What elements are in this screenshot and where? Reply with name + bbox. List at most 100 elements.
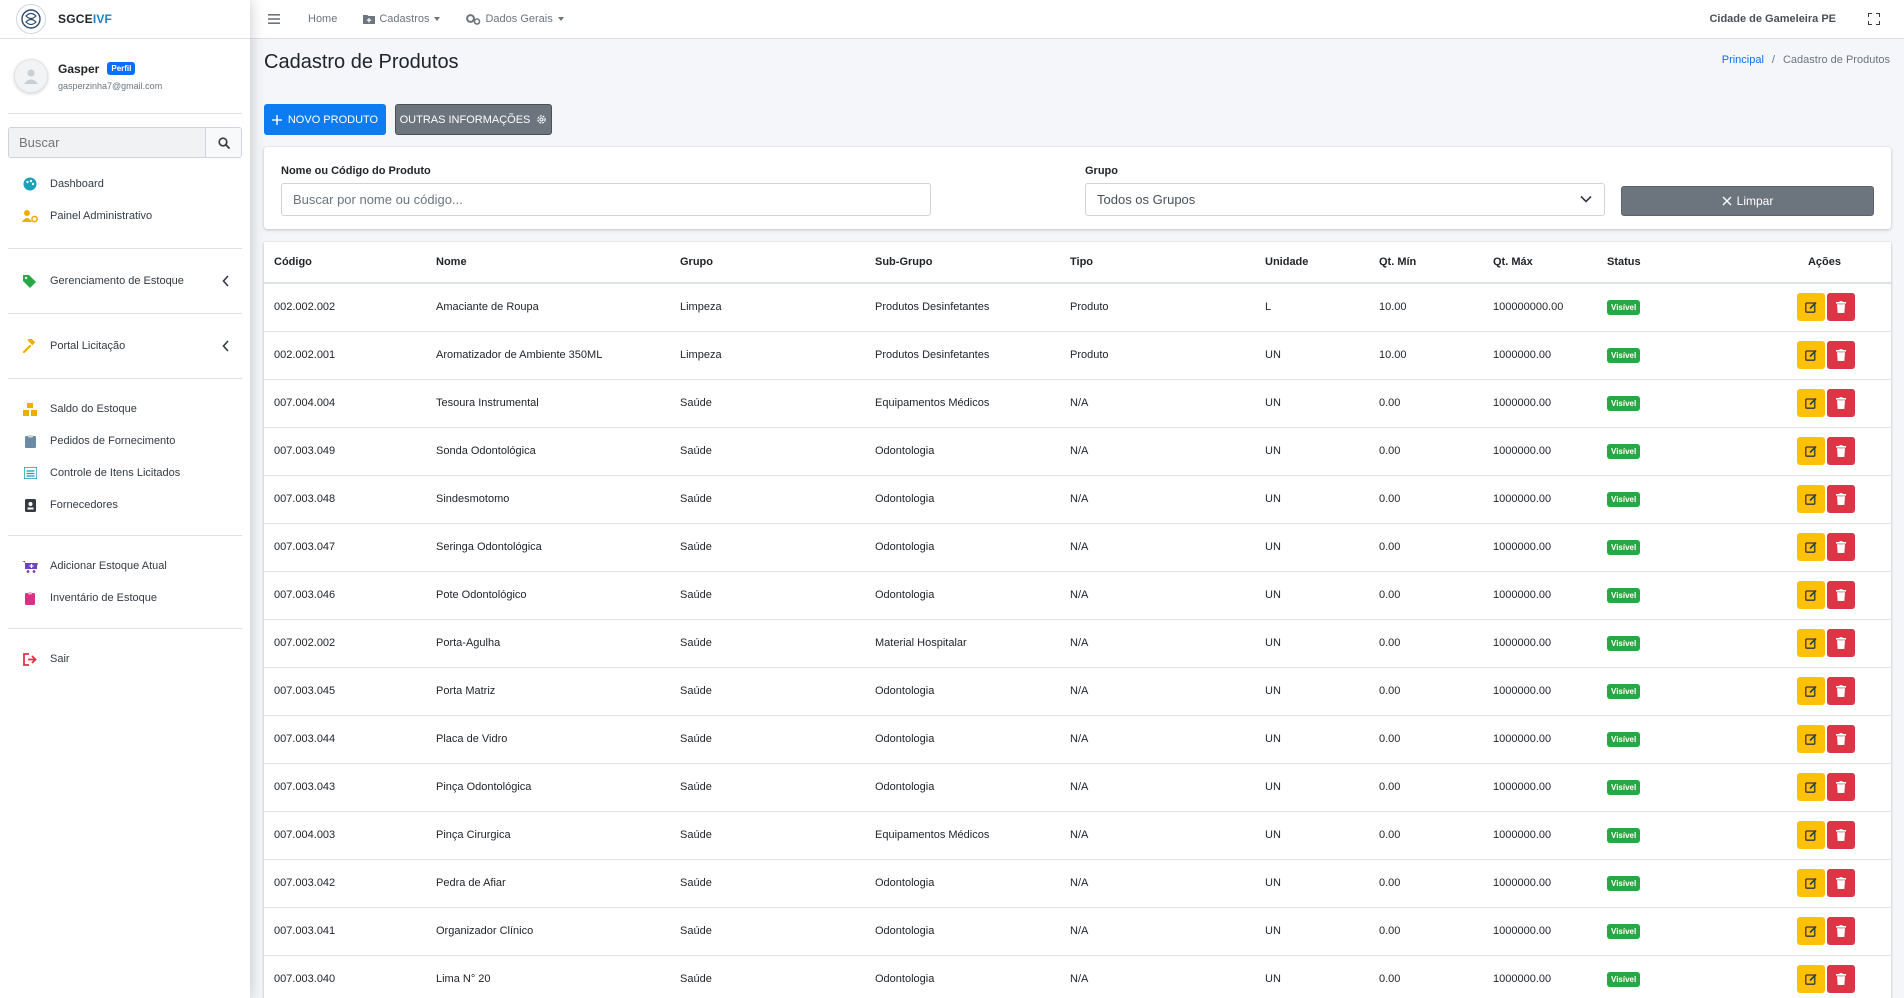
delete-button[interactable] — [1827, 389, 1855, 417]
sidebar-search-button[interactable] — [205, 128, 241, 157]
tags-icon — [22, 273, 38, 289]
delete-button[interactable] — [1827, 869, 1855, 897]
edit-button[interactable] — [1797, 821, 1825, 849]
cell-acoes — [1697, 331, 1891, 380]
cell-qt-max: 100000000.00 — [1483, 283, 1597, 332]
clipboard-list-icon — [22, 590, 38, 606]
other-info-button[interactable]: Outras Informações — [395, 104, 552, 135]
brand-link[interactable]: SGCEIVF — [0, 0, 250, 39]
sidebar-item-painel-administrativo[interactable]: Painel Administrativo — [8, 200, 242, 232]
clear-filters-button[interactable]: Limpar — [1621, 186, 1874, 216]
col-header-status[interactable]: Status — [1597, 242, 1697, 284]
cell-codigo: 007.003.049 — [264, 427, 426, 476]
col-header-qt-max[interactable]: Qt. Máx — [1483, 242, 1597, 284]
delete-button[interactable] — [1827, 581, 1855, 609]
cell-tipo: N/A — [1060, 427, 1255, 476]
delete-button[interactable] — [1827, 629, 1855, 657]
edit-icon — [1805, 589, 1817, 601]
menu-toggle-button[interactable] — [268, 14, 282, 24]
bars-icon — [268, 14, 280, 24]
chevron-left-icon — [222, 275, 230, 287]
sidebar-search — [8, 127, 242, 158]
avatar[interactable] — [14, 59, 48, 93]
edit-button[interactable] — [1797, 869, 1825, 897]
page-title: Cadastro de Produtos — [264, 51, 459, 73]
sidebar-item-portal-licitacao[interactable]: Portal Licitação — [8, 330, 242, 362]
delete-button[interactable] — [1827, 437, 1855, 465]
cell-status: Visível — [1597, 475, 1697, 524]
edit-button[interactable] — [1797, 581, 1825, 609]
edit-button[interactable] — [1797, 725, 1825, 753]
trash-icon — [1836, 589, 1846, 601]
cell-qt-max: 1000000.00 — [1483, 475, 1597, 524]
col-header-tipo[interactable]: Tipo — [1060, 242, 1255, 284]
col-header-subgrupo[interactable]: Sub-Grupo — [865, 242, 1060, 284]
edit-button[interactable] — [1797, 293, 1825, 322]
delete-button[interactable] — [1827, 917, 1855, 945]
sidebar-item-adicionar-estoque[interactable]: Adicionar Estoque Atual — [8, 550, 242, 582]
edit-button[interactable] — [1797, 341, 1825, 369]
edit-button[interactable] — [1797, 677, 1825, 705]
sidebar-item-dashboard[interactable]: Dashboard — [8, 168, 242, 200]
group-filter-label: Grupo — [1085, 165, 1118, 177]
col-header-qt-min[interactable]: Qt. Mín — [1369, 242, 1483, 284]
breadcrumb-home-link[interactable]: Principal — [1722, 54, 1764, 66]
sidebar-item-sair[interactable]: Sair — [8, 643, 242, 675]
delete-button[interactable] — [1827, 821, 1855, 849]
edit-button[interactable] — [1797, 533, 1825, 561]
new-product-button[interactable]: Novo Produto — [264, 104, 386, 135]
delete-button[interactable] — [1827, 725, 1855, 753]
cell-codigo: 007.003.046 — [264, 571, 426, 620]
trash-icon — [1836, 925, 1846, 937]
delete-button[interactable] — [1827, 533, 1855, 561]
delete-button[interactable] — [1827, 341, 1855, 369]
delete-button[interactable] — [1827, 677, 1855, 705]
sidebar-item-controle-itens-licitados[interactable]: Controle de Itens Licitados — [8, 457, 242, 489]
cell-status: Visível — [1597, 811, 1697, 860]
delete-button[interactable] — [1827, 293, 1855, 322]
cell-qt-min: 0.00 — [1369, 571, 1483, 620]
edit-button[interactable] — [1797, 485, 1825, 513]
table-row: 007.003.048 Sindesmotomo Saúde Odontologia N… — [264, 475, 1891, 524]
sidebar-item-inventario-estoque[interactable]: Inventário de Estoque — [8, 582, 242, 614]
sidebar-item-saldo-estoque[interactable]: Saldo do Estoque — [8, 393, 242, 425]
delete-button[interactable] — [1827, 965, 1855, 993]
table-row: 007.003.045 Porta Matriz Saúde Odontologia N… — [264, 667, 1891, 716]
user-name[interactable]: Gasper — [58, 62, 99, 76]
sidebar-item-fornecedores[interactable]: Fornecedores — [8, 489, 242, 521]
edit-button[interactable] — [1797, 965, 1825, 993]
cell-status: Visível — [1597, 523, 1697, 572]
sidebar-item-gerenciamento-estoque[interactable]: Gerenciamento de Estoque — [8, 265, 242, 297]
cell-qt-min: 10.00 — [1369, 331, 1483, 380]
profile-badge[interactable]: Perfil — [107, 62, 136, 75]
edit-button[interactable] — [1797, 437, 1825, 465]
col-header-codigo[interactable]: Código — [264, 242, 426, 284]
name-filter-input[interactable] — [281, 183, 931, 216]
col-header-nome[interactable]: Nome — [426, 242, 670, 284]
col-header-grupo[interactable]: Grupo — [670, 242, 865, 284]
cell-acoes — [1697, 955, 1891, 998]
cell-qt-min: 0.00 — [1369, 619, 1483, 668]
fullscreen-button[interactable] — [1868, 13, 1880, 25]
edit-button[interactable] — [1797, 629, 1825, 657]
sidebar-item-pedidos-fornecimento[interactable]: Pedidos de Fornecimento — [8, 425, 242, 457]
col-header-unidade[interactable]: Unidade — [1255, 242, 1369, 284]
status-badge: Visível — [1607, 875, 1641, 891]
topbar-dados-gerais-dropdown[interactable]: Dados Gerais — [466, 13, 564, 25]
group-select[interactable]: Todos os Grupos — [1085, 183, 1605, 216]
edit-button[interactable] — [1797, 773, 1825, 801]
cell-tipo: N/A — [1060, 571, 1255, 620]
edit-button[interactable] — [1797, 389, 1825, 417]
edit-button[interactable] — [1797, 917, 1825, 945]
cell-qt-min: 0.00 — [1369, 667, 1483, 716]
table-row: 007.002.002 Porta-Agulha Saúde Material Hos… — [264, 619, 1891, 668]
delete-button[interactable] — [1827, 485, 1855, 513]
topbar-home-link[interactable]: Home — [308, 13, 337, 25]
cell-unidade: L — [1255, 283, 1369, 332]
cell-qt-min: 0.00 — [1369, 907, 1483, 956]
delete-button[interactable] — [1827, 773, 1855, 801]
cell-nome: Pinça Cirurgica — [426, 811, 670, 860]
sidebar-search-input[interactable] — [9, 128, 205, 157]
topbar-cadastros-dropdown[interactable]: Cadastros — [363, 13, 441, 25]
cell-codigo: 007.004.004 — [264, 379, 426, 428]
